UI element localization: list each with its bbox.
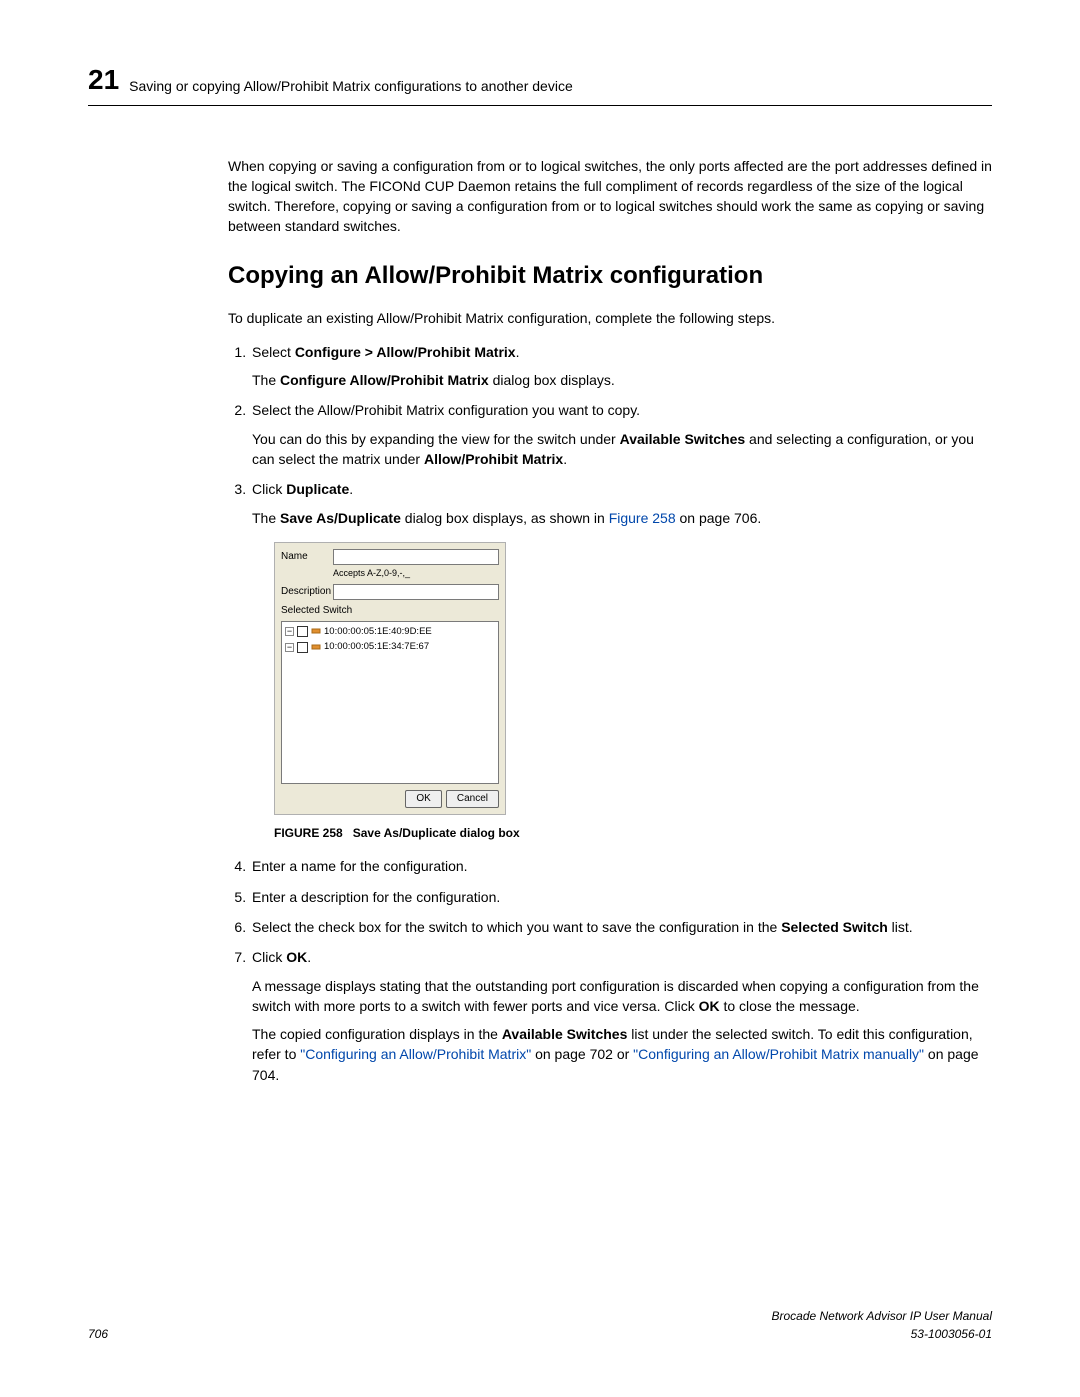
s7s1-bold: OK — [699, 998, 720, 1014]
checkbox-icon[interactable] — [297, 642, 308, 653]
s1s-post: dialog box displays. — [489, 372, 615, 388]
s7s2-link1[interactable]: "Configuring an Allow/Prohibit Matrix" — [300, 1046, 531, 1062]
step-7-sub2: The copied configuration displays in the… — [252, 1024, 992, 1085]
s7s1-post: to close the message. — [720, 998, 860, 1014]
save-as-dialog: Name Accepts A-Z,0-9,-,_ Description Sel… — [274, 542, 506, 815]
s7-pre: Click — [252, 949, 286, 965]
s7s2-mid2: on page 702 or — [531, 1046, 633, 1062]
s7-post: . — [307, 949, 311, 965]
expander-icon[interactable]: − — [285, 627, 294, 636]
cancel-button[interactable]: Cancel — [446, 790, 499, 809]
s3-pre: Click — [252, 481, 286, 497]
step-4: Enter a name for the configuration. — [250, 856, 992, 876]
s1-bold: Configure > Allow/Prohibit Matrix — [295, 344, 516, 360]
s7-bold: OK — [286, 949, 307, 965]
name-input[interactable] — [333, 549, 499, 565]
figure-caption: FIGURE 258 Save As/Duplicate dialog box — [274, 825, 992, 842]
s3s-pre: The — [252, 510, 280, 526]
step-6: Select the check box for the switch to w… — [250, 917, 992, 937]
step-3: Click Duplicate. The Save As/Duplicate d… — [250, 479, 992, 842]
step-5: Enter a description for the configuratio… — [250, 887, 992, 907]
s2s-post: . — [563, 451, 567, 467]
checkbox-icon[interactable] — [297, 626, 308, 637]
footer-right: Brocade Network Advisor IP User Manual 5… — [771, 1308, 992, 1343]
selected-switch-label: Selected Switch — [281, 604, 499, 619]
s7s2-bold: Available Switches — [502, 1026, 628, 1042]
ok-button[interactable]: OK — [405, 790, 441, 809]
chapter-number: 21 — [88, 60, 119, 101]
name-label: Name — [281, 550, 333, 565]
section-heading: Copying an Allow/Prohibit Matrix configu… — [228, 259, 992, 294]
s3s-link[interactable]: Figure 258 — [609, 510, 676, 526]
tree-item-1[interactable]: − 10:00:00:05:1E:34:7E:67 — [285, 640, 495, 654]
s7s2-link2[interactable]: "Configuring an Allow/Prohibit Matrix ma… — [633, 1046, 924, 1062]
step-1-text: Select Configure > Allow/Prohibit Matrix… — [252, 344, 519, 360]
step-3-text: Click Duplicate. — [252, 481, 353, 497]
s2s-pre: You can do this by expanding the view fo… — [252, 431, 620, 447]
desc-row: Description — [281, 584, 499, 600]
step-2-sub: You can do this by expanding the view fo… — [252, 429, 992, 470]
selected-switch-tree[interactable]: − 10:00:00:05:1E:40:9D:EE − — [281, 621, 499, 784]
s3-post: . — [349, 481, 353, 497]
step-7: Click OK. A message displays stating tha… — [250, 947, 992, 1085]
step-2: Select the Allow/Prohibit Matrix configu… — [250, 400, 992, 469]
expander-icon[interactable]: − — [285, 643, 294, 652]
step-3-sub: The Save As/Duplicate dialog box display… — [252, 508, 992, 528]
page: 21 Saving or copying Allow/Prohibit Matr… — [0, 0, 1080, 1397]
switch-icon — [311, 642, 321, 652]
s6-bold: Selected Switch — [781, 919, 888, 935]
description-input[interactable] — [333, 584, 499, 600]
tree-item-0[interactable]: − 10:00:00:05:1E:40:9D:EE — [285, 625, 495, 639]
page-footer: 706 Brocade Network Advisor IP User Manu… — [88, 1308, 992, 1343]
s2-main: Select the Allow/Prohibit Matrix configu… — [252, 402, 640, 418]
name-hint: Accepts A-Z,0-9,-,_ — [333, 567, 499, 580]
s1s-pre: The — [252, 372, 280, 388]
s1-post: . — [516, 344, 520, 360]
caption-text: Save As/Duplicate dialog box — [353, 826, 520, 840]
s6-pre: Select the check box for the switch to w… — [252, 919, 781, 935]
s2s-b1: Available Switches — [620, 431, 746, 447]
figure-258: Name Accepts A-Z,0-9,-,_ Description Sel… — [274, 542, 992, 842]
caption-prefix: FIGURE 258 — [274, 826, 343, 840]
tree-item-label: 10:00:00:05:1E:34:7E:67 — [324, 640, 429, 654]
s7s2-pre: The copied configuration displays in the — [252, 1026, 502, 1042]
page-header: 21 Saving or copying Allow/Prohibit Matr… — [88, 60, 992, 106]
s7s1-pre: A message displays stating that the outs… — [252, 978, 979, 1014]
running-title: Saving or copying Allow/Prohibit Matrix … — [129, 76, 573, 96]
dialog-button-row: OK Cancel — [281, 790, 499, 809]
intro-paragraph: When copying or saving a configuration f… — [228, 156, 992, 237]
s3-bold: Duplicate — [286, 481, 349, 497]
doc-id: 53-1003056-01 — [911, 1327, 992, 1341]
s6-post: list. — [888, 919, 913, 935]
s1s-bold: Configure Allow/Prohibit Matrix — [280, 372, 489, 388]
steps-list: Select Configure > Allow/Prohibit Matrix… — [228, 342, 992, 1085]
manual-title: Brocade Network Advisor IP User Manual — [771, 1309, 992, 1323]
s3s-post: on page 706. — [676, 510, 762, 526]
step-7-text: Click OK. — [252, 949, 311, 965]
section-intro: To duplicate an existing Allow/Prohibit … — [228, 308, 992, 328]
tree-item-label: 10:00:00:05:1E:40:9D:EE — [324, 625, 432, 639]
content-area: When copying or saving a configuration f… — [228, 156, 992, 1085]
switch-icon — [311, 626, 321, 636]
step-1: Select Configure > Allow/Prohibit Matrix… — [250, 342, 992, 391]
s3s-mid: dialog box displays, as shown in — [401, 510, 609, 526]
page-number: 706 — [88, 1326, 108, 1343]
name-row: Name — [281, 549, 499, 565]
s2s-b2: Allow/Prohibit Matrix — [424, 451, 563, 467]
description-label: Description — [281, 585, 333, 600]
s1-pre: Select — [252, 344, 295, 360]
step-1-sub: The Configure Allow/Prohibit Matrix dial… — [252, 370, 992, 390]
step-7-sub1: A message displays stating that the outs… — [252, 976, 992, 1017]
s3s-bold: Save As/Duplicate — [280, 510, 401, 526]
